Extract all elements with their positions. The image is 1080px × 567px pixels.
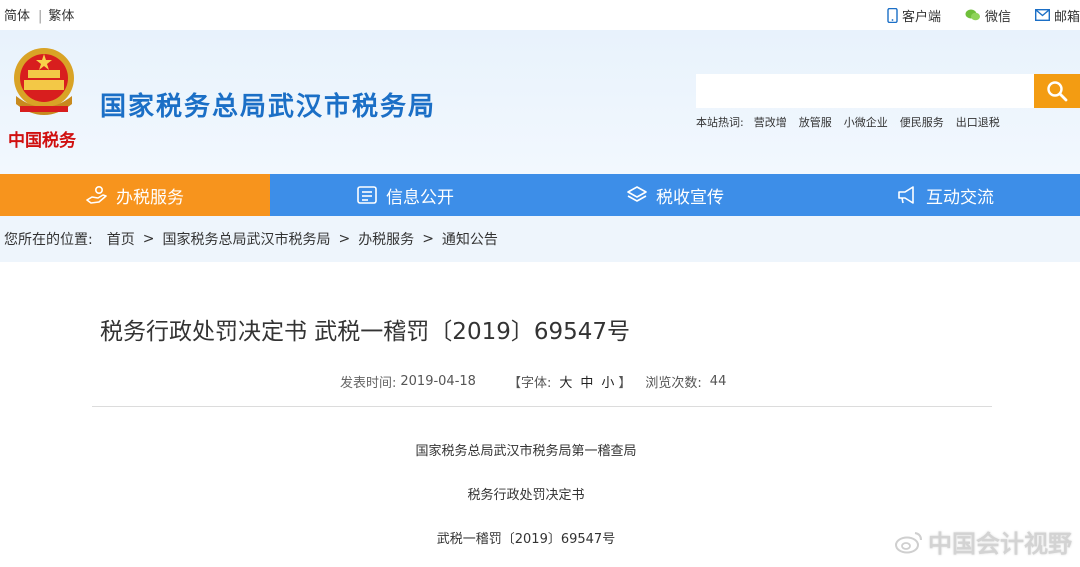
layers-icon xyxy=(627,186,647,202)
font-size-label: 【字体: xyxy=(507,376,552,391)
megaphone-icon xyxy=(898,186,914,204)
article: 税务行政处罚决定书 武税一稽罚〔2019〕69547号 发表时间: 2019-0… xyxy=(0,262,1080,567)
nav-label: 税收宣传 xyxy=(656,187,724,208)
language-switcher: 简体 | 繁体 xyxy=(4,5,74,24)
mail-icon xyxy=(1034,9,1050,21)
views-label: 浏览次数: xyxy=(645,376,702,391)
lang-separator: | xyxy=(38,9,43,24)
breadcrumb-separator: > xyxy=(422,231,434,247)
breadcrumb-bureau-link[interactable]: 国家税务总局武汉市税务局 xyxy=(162,229,330,249)
wechat-icon xyxy=(965,9,980,21)
breadcrumb-label: 您所在的位置: xyxy=(4,232,93,248)
client-app-label: 客户端 xyxy=(901,9,941,25)
search-button[interactable] xyxy=(1034,74,1080,108)
mail-label: 邮箱 xyxy=(1053,9,1080,25)
page: 简体 | 繁体 客户端 微信 邮箱 中国税务 国家税务总局武汉市税务局 本站热词… xyxy=(0,0,1080,567)
breadcrumb-separator: > xyxy=(142,231,155,247)
hot-word-link[interactable]: 放管服 xyxy=(799,114,832,130)
divider xyxy=(92,406,992,407)
wechat-label: 微信 xyxy=(984,9,1011,25)
breadcrumb-tax-service-link[interactable]: 办税服务 xyxy=(358,229,414,249)
hot-words: 本站热词: 营改增 放管服 小微企业 便民服务 出口退税 xyxy=(696,114,1012,130)
mail-link[interactable]: 邮箱 xyxy=(1034,6,1080,25)
watermark: 中国会计视野 xyxy=(894,524,1072,559)
breadcrumb-home-link[interactable]: 首页 xyxy=(107,229,135,249)
publish-date: 2019-04-18 xyxy=(400,374,476,389)
lang-traditional-link[interactable]: 繁体 xyxy=(48,9,74,24)
search-input[interactable] xyxy=(696,74,1034,108)
body-issuer: 国家税务总局武汉市税务局第一稽查局 xyxy=(415,444,637,459)
nav-label: 信息公开 xyxy=(386,187,454,208)
main-nav: 办税服务 信息公开 税收宣传 互动交流 xyxy=(0,174,1080,216)
font-size-medium-button[interactable]: 中 xyxy=(580,372,593,391)
font-size-small-button[interactable]: 小 xyxy=(601,372,614,391)
hot-words-label: 本站热词: xyxy=(696,116,744,129)
views-count: 44 xyxy=(709,374,727,389)
lang-simplified-link[interactable]: 简体 xyxy=(4,9,30,24)
phone-icon xyxy=(887,7,898,23)
quick-links: 客户端 微信 邮箱 xyxy=(863,5,1080,25)
article-title: 税务行政处罚决定书 武税一稽罚〔2019〕69547号 xyxy=(100,319,631,345)
font-size-large-button[interactable]: 大 xyxy=(559,372,572,391)
nav-item-info-disclosure[interactable]: 信息公开 xyxy=(270,174,540,216)
nav-label: 办税服务 xyxy=(116,187,184,208)
breadcrumb-notices-link[interactable]: 通知公告 xyxy=(442,229,498,249)
nav-item-tax-publicity[interactable]: 税收宣传 xyxy=(540,174,810,216)
breadcrumb: 您所在的位置: 首页 > 国家税务总局武汉市税务局 > 办税服务 > 通知公告 xyxy=(0,216,1080,262)
brand-calligraphy: 中国税务 xyxy=(8,131,76,151)
watermark-text: 中国会计视野 xyxy=(928,530,1072,558)
publish-time-label: 发表时间: xyxy=(340,376,397,391)
wechat-link[interactable]: 微信 xyxy=(965,6,1011,25)
nav-item-interaction[interactable]: 互动交流 xyxy=(810,174,1080,216)
weibo-icon xyxy=(895,531,922,553)
top-utility-bar: 简体 | 繁体 客户端 微信 邮箱 xyxy=(0,0,1080,30)
article-meta: 发表时间: 2019-04-18 【字体: 大 中 小 】 浏览次数: 44 xyxy=(340,372,726,391)
hand-service-icon xyxy=(86,185,107,204)
breadcrumb-separator: > xyxy=(338,231,351,247)
hot-word-link[interactable]: 便民服务 xyxy=(900,114,944,130)
hot-word-link[interactable]: 出口退税 xyxy=(956,114,1000,130)
body-doc-type: 税务行政处罚决定书 xyxy=(467,488,585,503)
nav-label: 互动交流 xyxy=(926,187,994,208)
hot-word-link[interactable]: 营改增 xyxy=(754,114,787,130)
site-title: 国家税务总局武汉市税务局 xyxy=(100,92,437,122)
site-header: 中国税务 国家税务总局武汉市税务局 本站热词: 营改增 放管服 小微企业 便民服… xyxy=(0,30,1080,174)
search-icon xyxy=(1047,81,1068,102)
nav-item-tax-service[interactable]: 办税服务 xyxy=(0,174,270,216)
tax-emblem-logo[interactable] xyxy=(6,44,82,124)
document-icon xyxy=(357,186,377,204)
font-size-bracket-close: 】 xyxy=(618,376,632,391)
client-app-link[interactable]: 客户端 xyxy=(887,6,941,25)
hot-word-link[interactable]: 小微企业 xyxy=(844,114,888,130)
